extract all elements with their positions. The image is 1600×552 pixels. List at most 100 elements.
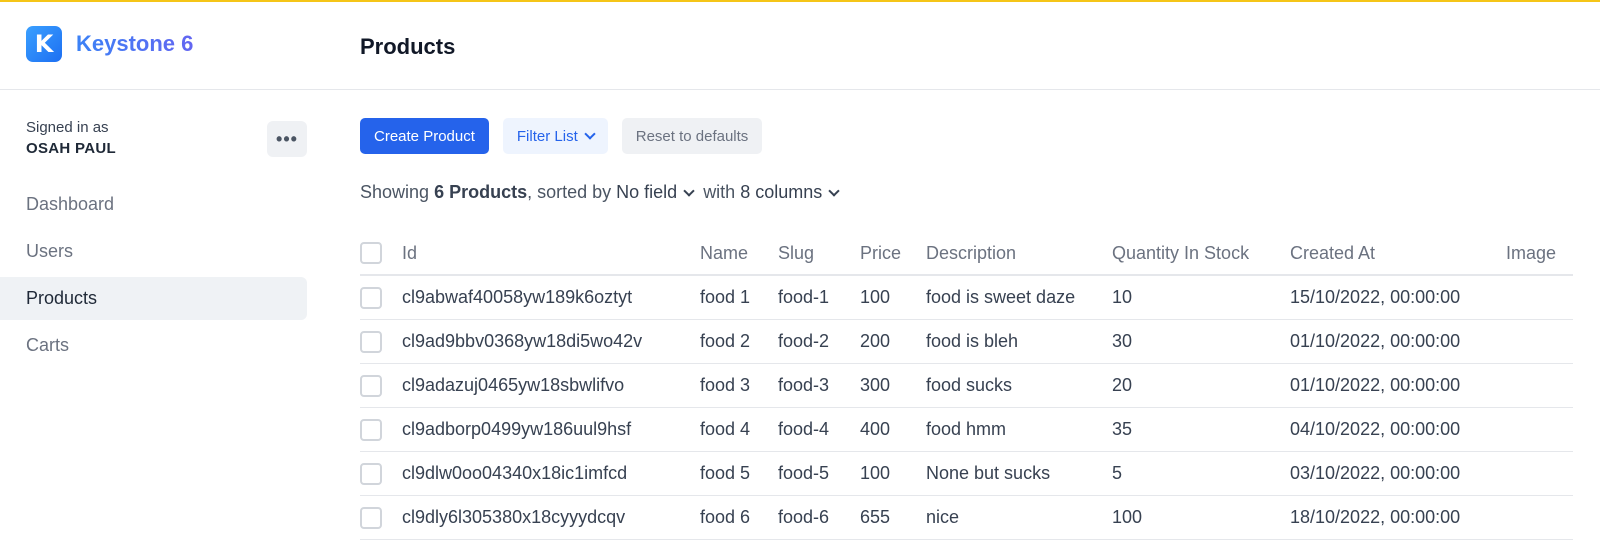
- product-quantity: 20: [1112, 375, 1133, 395]
- product-slug: food-1: [778, 287, 830, 307]
- row-checkbox[interactable]: [360, 374, 382, 397]
- brand-initial: K: [34, 30, 54, 58]
- product-id-link[interactable]: cl9abwaf40058yw189k6oztyt: [402, 276, 632, 319]
- row-select-cell: [360, 276, 382, 319]
- product-quantity: 100: [1112, 507, 1143, 527]
- list-summary: Showing 6 Products, sorted by No field w…: [360, 182, 848, 203]
- chevron-down-icon: [828, 184, 840, 197]
- row-select-cell: [360, 364, 382, 407]
- sidebar-nav: Dashboard Users Products Carts: [0, 183, 307, 371]
- product-price: 100: [860, 463, 891, 483]
- product-description: food is sweet daze: [926, 287, 1076, 307]
- column-header-price[interactable]: Price: [860, 232, 901, 274]
- product-description: food hmm: [926, 419, 1007, 439]
- product-created-at: 04/10/2022, 00:00:00: [1290, 419, 1461, 439]
- select-all-cell: [360, 232, 382, 274]
- product-created-at: 18/10/2022, 00:00:00: [1290, 507, 1461, 527]
- page-title: Products: [360, 34, 456, 59]
- filter-list-label: Filter List: [516, 127, 578, 145]
- product-created-at: 03/10/2022, 00:00:00: [1290, 463, 1461, 483]
- product-slug: food-5: [778, 463, 830, 483]
- product-name: food 3: [700, 375, 751, 395]
- signed-in-label: Signed in as: [26, 119, 109, 136]
- product-quantity: 10: [1112, 287, 1133, 307]
- row-select-cell: [360, 496, 382, 539]
- table-header-row: Id Name Slug Price Description Quantity …: [360, 232, 1573, 276]
- product-quantity: 30: [1112, 331, 1133, 351]
- row-checkbox[interactable]: [360, 506, 382, 529]
- product-created-at: 01/10/2022, 00:00:00: [1290, 331, 1461, 351]
- table-row: cl9ad9bbv0368yw18di5wo42v food 2 food-2 …: [360, 320, 1573, 364]
- product-description: food is bleh: [926, 331, 1019, 351]
- filter-list-button[interactable]: Filter List: [502, 118, 608, 154]
- product-price: 655: [860, 507, 891, 527]
- user-name: OSAH PAUL: [26, 140, 116, 157]
- product-id-link[interactable]: cl9adazuj0465yw18sbwlifvo: [402, 364, 624, 407]
- product-name: food 4: [700, 419, 751, 439]
- sidebar: Signed in as OSAH PAUL ••• Dashboard Use…: [0, 91, 307, 552]
- chevron-down-icon: [584, 128, 596, 140]
- row-select-cell: [360, 408, 382, 451]
- column-header-created-at[interactable]: Created At: [1290, 232, 1375, 274]
- chevron-down-icon: [683, 184, 695, 197]
- row-checkbox[interactable]: [360, 462, 382, 485]
- sidebar-item-carts[interactable]: Carts: [0, 324, 307, 367]
- brand-name: Keystone 6: [76, 31, 194, 56]
- product-description: None but sucks: [926, 463, 1051, 483]
- column-header-name[interactable]: Name: [700, 232, 748, 274]
- product-created-at: 15/10/2022, 00:00:00: [1290, 287, 1461, 307]
- product-id-link[interactable]: cl9ad9bbv0368yw18di5wo42v: [402, 320, 642, 363]
- header: K Keystone 6 Products: [0, 2, 1600, 90]
- columns-label: 8 columns: [740, 182, 823, 202]
- table-row: cl9adazuj0465yw18sbwlifvo food 3 food-3 …: [360, 364, 1573, 408]
- summary-count: 6 Products: [434, 182, 528, 202]
- product-description: nice: [926, 507, 960, 527]
- column-header-id[interactable]: Id: [402, 232, 417, 274]
- product-slug: food-3: [778, 375, 830, 395]
- row-checkbox[interactable]: [360, 286, 382, 309]
- product-quantity: 5: [1112, 463, 1123, 483]
- row-select-cell: [360, 320, 382, 363]
- product-name: food 5: [700, 463, 751, 483]
- product-price: 300: [860, 375, 891, 395]
- product-created-at: 01/10/2022, 00:00:00: [1290, 375, 1461, 395]
- brand-link[interactable]: K Keystone 6: [26, 26, 193, 62]
- reset-to-defaults-button[interactable]: Reset to defaults: [621, 118, 763, 154]
- more-options-icon: •••: [276, 129, 298, 149]
- row-checkbox[interactable]: [360, 418, 382, 441]
- sort-field-dropdown[interactable]: No field: [616, 182, 703, 203]
- product-price: 100: [860, 287, 891, 307]
- product-slug: food-4: [778, 419, 830, 439]
- signed-in-info: Signed in as OSAH PAUL: [26, 119, 116, 157]
- product-name: food 6: [700, 507, 751, 527]
- create-product-button[interactable]: Create Product: [360, 118, 489, 154]
- product-id-link[interactable]: cl9dlw0oo04340x18ic1imfcd: [402, 452, 627, 495]
- row-checkbox[interactable]: [360, 330, 382, 353]
- sidebar-item-products[interactable]: Products: [0, 277, 307, 320]
- product-name: food 1: [700, 287, 751, 307]
- table-row: cl9dly6l305380x18cyyydcqv food 6 food-6 …: [360, 496, 1573, 540]
- product-slug: food-2: [778, 331, 830, 351]
- columns-dropdown[interactable]: 8 columns: [740, 182, 848, 203]
- user-menu-button[interactable]: •••: [267, 121, 307, 157]
- product-name: food 2: [700, 331, 751, 351]
- sort-field-label: No field: [616, 182, 678, 202]
- product-id-link[interactable]: cl9dly6l305380x18cyyydcqv: [402, 496, 625, 539]
- sidebar-item-users[interactable]: Users: [0, 230, 307, 273]
- list-toolbar: Create Product Filter List Reset to defa…: [360, 118, 776, 154]
- keystone-logo-icon: K: [26, 26, 62, 62]
- sidebar-item-dashboard[interactable]: Dashboard: [0, 183, 307, 226]
- select-all-checkbox[interactable]: [360, 242, 382, 264]
- product-price: 400: [860, 419, 891, 439]
- summary-sorted-by: , sorted by: [527, 182, 612, 202]
- column-header-image[interactable]: Image: [1506, 232, 1556, 274]
- summary-showing: Showing: [360, 182, 430, 202]
- product-id-link[interactable]: cl9adborp0499yw186uul9hsf: [402, 408, 631, 451]
- product-price: 200: [860, 331, 891, 351]
- row-select-cell: [360, 452, 382, 495]
- table-row: cl9adborp0499yw186uul9hsf food 4 food-4 …: [360, 408, 1573, 452]
- column-header-description[interactable]: Description: [926, 232, 1016, 274]
- column-header-slug[interactable]: Slug: [778, 232, 814, 274]
- column-header-quantity[interactable]: Quantity In Stock: [1112, 232, 1249, 274]
- summary-with: with: [703, 182, 736, 202]
